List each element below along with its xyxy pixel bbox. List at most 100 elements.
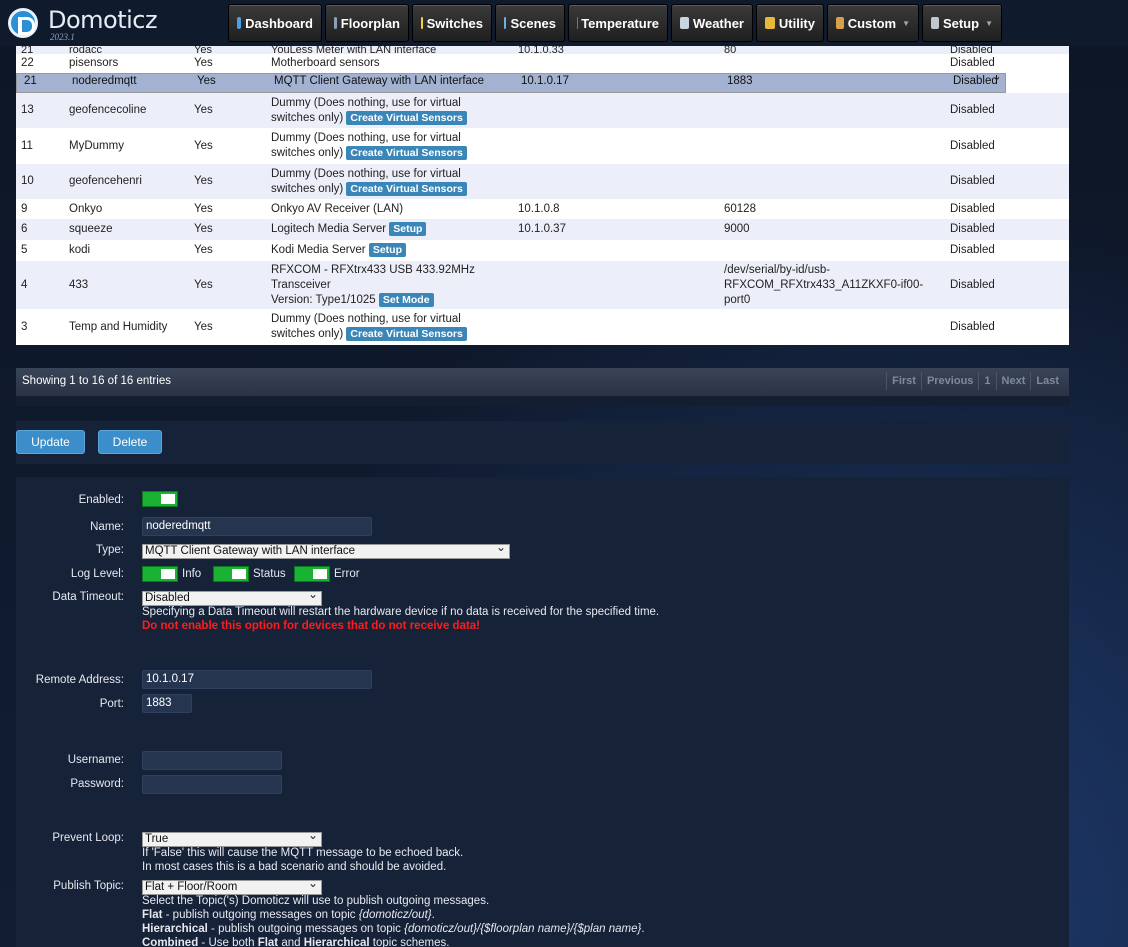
create-virtual-sensors-button[interactable]: Create Virtual Sensors	[346, 110, 467, 125]
enabled-label: Enabled:	[78, 494, 124, 506]
delete-button[interactable]: Delete	[98, 430, 162, 454]
nav-setup-button[interactable]: Setup ▼	[922, 4, 1002, 42]
gear-icon	[836, 17, 844, 29]
cell-type: Dummy (Does nothing, use for virtual swit…	[266, 164, 513, 199]
type-text: Motherboard sensors	[271, 57, 380, 69]
hierarchical-topic: {domoticz/out}/{$floorplan name}/{$plan …	[404, 923, 642, 935]
remote-address-input[interactable]: 10.1.0.17	[142, 670, 372, 689]
log-status-label: Status	[253, 568, 286, 580]
timeout-label: Data Timeout:	[52, 591, 124, 603]
table-row[interactable]: 9 Onkyo Yes Onkyo AV Receiver (LAN) 10.1.0.8…	[16, 199, 1069, 219]
cell-type: Motherboard sensors	[266, 54, 513, 73]
cell-port: 9000	[724, 223, 750, 235]
create-virtual-sensors-button[interactable]: Create Virtual Sensors	[346, 181, 467, 196]
enabled-toggle[interactable]	[142, 491, 178, 507]
nav-dashboard-button[interactable]: Dashboard	[228, 4, 322, 42]
pager-previous-button[interactable]: Previous	[920, 372, 978, 390]
table-row[interactable]: 4 433 Yes RFXCOM - RFXtrx433 USB 433.92MHz T…	[16, 261, 1069, 309]
nav-utility-button[interactable]: Utility	[756, 4, 824, 42]
cell-address: 10.1.0.8	[518, 202, 560, 215]
table-footer: Showing 1 to 16 of 16 entries First Previ…	[16, 368, 1069, 396]
table-row[interactable]: 21 rodacc Yes YouLess Meter with LAN interf…	[16, 46, 1069, 54]
nav-floorplan-button[interactable]: Floorplan	[325, 4, 409, 42]
hardware-table: 21 rodacc Yes YouLess Meter with LAN interf…	[16, 46, 1069, 345]
type-line-2: Transceiver	[271, 278, 508, 293]
type-select[interactable]: MQTT Client Gateway with LAN interface	[142, 541, 510, 559]
nav-temperature-button[interactable]: Temperature	[568, 4, 668, 42]
hardware-table-container: 21 rodacc Yes YouLess Meter with LAN interf…	[16, 46, 1069, 345]
prevent-loop-help-2: In most cases this is a bad scenario and…	[142, 861, 447, 873]
nav-label: Floorplan	[340, 15, 400, 31]
publish-topic-select[interactable]: Flat + Floor/Room	[142, 877, 322, 895]
password-input[interactable]	[142, 775, 282, 794]
nav-scenes-button[interactable]: Scenes	[495, 4, 565, 42]
type-line-1: RFXCOM - RFXtrx433 USB 433.92MHz	[271, 263, 475, 276]
main-nav: Dashboard Floorplan Switches Scenes Temperat…	[228, 4, 1002, 42]
table-info: Showing 1 to 16 of 16 entries	[22, 375, 171, 387]
table-row[interactable]: 5 kodi Yes Kodi Media Server Setup Disabled	[16, 240, 1069, 261]
log-status-toggle[interactable]	[213, 566, 249, 582]
loglevel-label: Log Level:	[70, 568, 124, 580]
cell-name: rodacc	[69, 46, 103, 54]
cell-id: 5	[21, 244, 28, 256]
cell-status: Disabled	[950, 175, 995, 187]
log-error-toggle[interactable]	[294, 566, 330, 582]
flat-term: Flat	[142, 909, 163, 921]
port-line-2: RFXCOM_RFXtrx433_A11ZKXF0-if00-	[724, 278, 924, 291]
cell-status: Disabled	[950, 223, 995, 235]
table-row[interactable]: 21 noderedmqtt Yes MQTT Client Gateway with…	[16, 70, 1006, 93]
prevent-loop-select[interactable]: True	[142, 829, 322, 847]
cell-type: RFXCOM - RFXtrx433 USB 433.92MHz Transcei…	[266, 261, 513, 309]
log-info-label: Info	[182, 568, 202, 580]
nav-label: Temperature	[581, 15, 659, 31]
cell-status: Disabled	[950, 46, 993, 54]
update-button[interactable]: Update	[16, 430, 85, 454]
table-row[interactable]: 6 squeeze Yes Logitech Media Server Setup 10…	[16, 219, 1069, 240]
hierarchical-end: .	[641, 923, 645, 935]
nav-label: Scenes	[510, 15, 556, 31]
name-input[interactable]: noderedmqtt	[142, 517, 372, 536]
type-line-2: switches only) Create Virtual Sensors	[271, 146, 508, 161]
table-row[interactable]: 13 geofencecoline Yes Dummy (Does nothing, …	[16, 93, 1069, 128]
log-info-toggle[interactable]	[142, 566, 178, 582]
nav-switches-button[interactable]: Switches	[412, 4, 492, 42]
pager-first-button[interactable]: First	[886, 372, 921, 390]
create-virtual-sensors-button[interactable]: Create Virtual Sensors	[346, 146, 467, 160]
cell-enabled: Yes	[194, 278, 213, 291]
nav-custom-button[interactable]: Custom ▼	[827, 4, 919, 42]
cell-type: Kodi Media Server Setup	[266, 240, 513, 261]
cell-status: Disabled	[950, 320, 995, 333]
cell-name: Temp and Humidity	[69, 320, 168, 333]
cell-status: Disabled	[950, 104, 995, 116]
name-label: Name:	[90, 521, 124, 533]
row-setup-button[interactable]: Setup	[389, 222, 427, 236]
table-row[interactable]: 3 Temp and Humidity Yes Dummy (Does nothing…	[16, 309, 1069, 345]
pager-last-button[interactable]: Last	[1030, 372, 1064, 390]
table-row[interactable]: 10 geofencehenri Yes Dummy (Does nothing, u…	[16, 164, 1069, 199]
domoticz-logo[interactable]: Domoticz 2023.1	[8, 4, 158, 44]
cell-id: 10	[21, 175, 34, 187]
row-set-mode-button[interactable]: Set Mode	[378, 292, 434, 307]
cell-status: Disabled	[950, 57, 995, 69]
port-input[interactable]: 1883	[142, 694, 192, 713]
cell-address	[513, 261, 719, 309]
pager-1-button[interactable]: 1	[978, 372, 995, 390]
cell-id: 4	[21, 278, 28, 291]
table-row[interactable]: 11 MyDummy Yes Dummy (Does nothing, use for…	[16, 128, 1069, 164]
timeout-select[interactable]: Disabled	[142, 588, 322, 606]
row-setup-button[interactable]: Setup	[368, 243, 406, 257]
cell-port: /dev/serial/by-id/usb- RFXCOM_RFXtrx433_A…	[719, 261, 945, 309]
top-navbar: Domoticz 2023.1 Dashboard Floorplan Switch…	[0, 0, 1128, 46]
create-virtual-sensors-button[interactable]: Create Virtual Sensors	[346, 327, 467, 341]
pager-next-button[interactable]: Next	[995, 372, 1031, 390]
bulb-icon	[421, 17, 423, 29]
cell-address	[513, 128, 719, 164]
cell-id: 6	[21, 223, 28, 235]
publish-hierarchical-help: Hierarchical - publish outgoing messages…	[142, 922, 645, 936]
table-row[interactable]: 22 pisensors Yes Motherboard sensors Disable…	[16, 54, 1069, 73]
username-input[interactable]	[142, 751, 282, 770]
nav-weather-button[interactable]: Weather	[671, 4, 753, 42]
nav-label: Custom	[847, 15, 897, 31]
port-line-3: port0	[724, 293, 751, 306]
cell-status: Disabled	[950, 278, 995, 291]
